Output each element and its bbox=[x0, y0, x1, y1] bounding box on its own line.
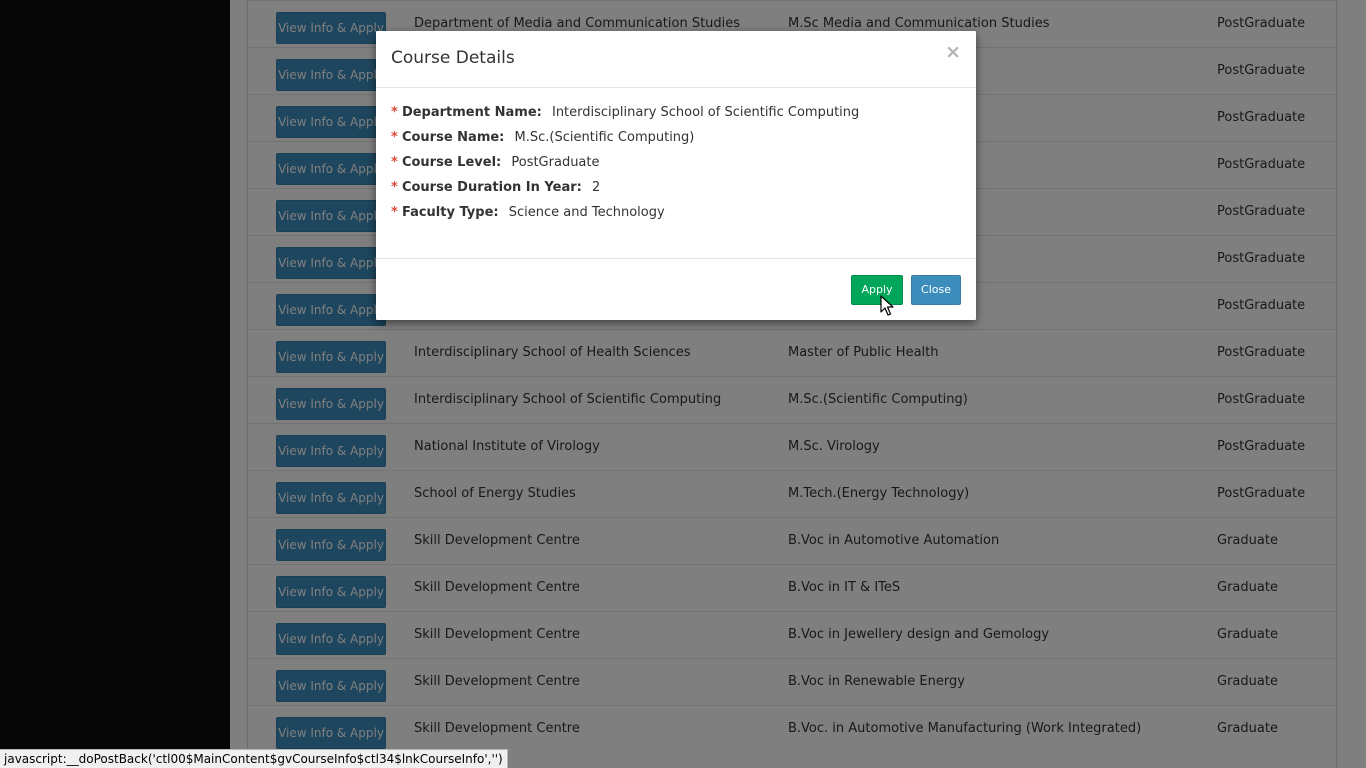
detail-value: PostGraduate bbox=[511, 155, 600, 170]
detail-faculty-type: * Faculty Type: Science and Technology bbox=[391, 202, 961, 227]
mouse-pointer-icon bbox=[880, 295, 894, 316]
detail-value: M.Sc.(Scientific Computing) bbox=[514, 130, 695, 145]
browser-status-bar: javascript:__doPostBack('ctl00$MainConte… bbox=[0, 749, 508, 768]
detail-course-duration: * Course Duration In Year: 2 bbox=[391, 177, 961, 202]
modal-body: * Department Name: Interdisciplinary Sch… bbox=[391, 102, 961, 227]
detail-value: Science and Technology bbox=[508, 205, 665, 220]
modal-title: Course Details bbox=[391, 48, 515, 68]
close-button[interactable]: Close bbox=[911, 275, 961, 305]
detail-label: Course Name: bbox=[401, 130, 505, 145]
required-mark: * bbox=[391, 180, 398, 195]
detail-label: Course Level: bbox=[401, 155, 502, 170]
detail-label: Faculty Type: bbox=[401, 205, 499, 220]
detail-label: Course Duration In Year: bbox=[401, 180, 582, 195]
detail-course-level: * Course Level: PostGraduate bbox=[391, 152, 961, 177]
apply-button[interactable]: Apply bbox=[851, 275, 903, 305]
modal-header: Course Details × bbox=[376, 31, 976, 88]
required-mark: * bbox=[391, 205, 398, 220]
detail-course-name: * Course Name: M.Sc.(Scientific Computin… bbox=[391, 127, 961, 152]
course-details-modal: Course Details × * Department Name: Inte… bbox=[376, 31, 976, 320]
close-icon[interactable]: × bbox=[945, 43, 961, 62]
detail-value: 2 bbox=[591, 180, 601, 195]
detail-label: Department Name: bbox=[401, 105, 542, 120]
required-mark: * bbox=[391, 155, 398, 170]
required-mark: * bbox=[391, 130, 398, 145]
required-mark: * bbox=[391, 105, 398, 120]
detail-department-name: * Department Name: Interdisciplinary Sch… bbox=[391, 102, 961, 127]
detail-value: Interdisciplinary School of Scientific C… bbox=[551, 105, 860, 120]
